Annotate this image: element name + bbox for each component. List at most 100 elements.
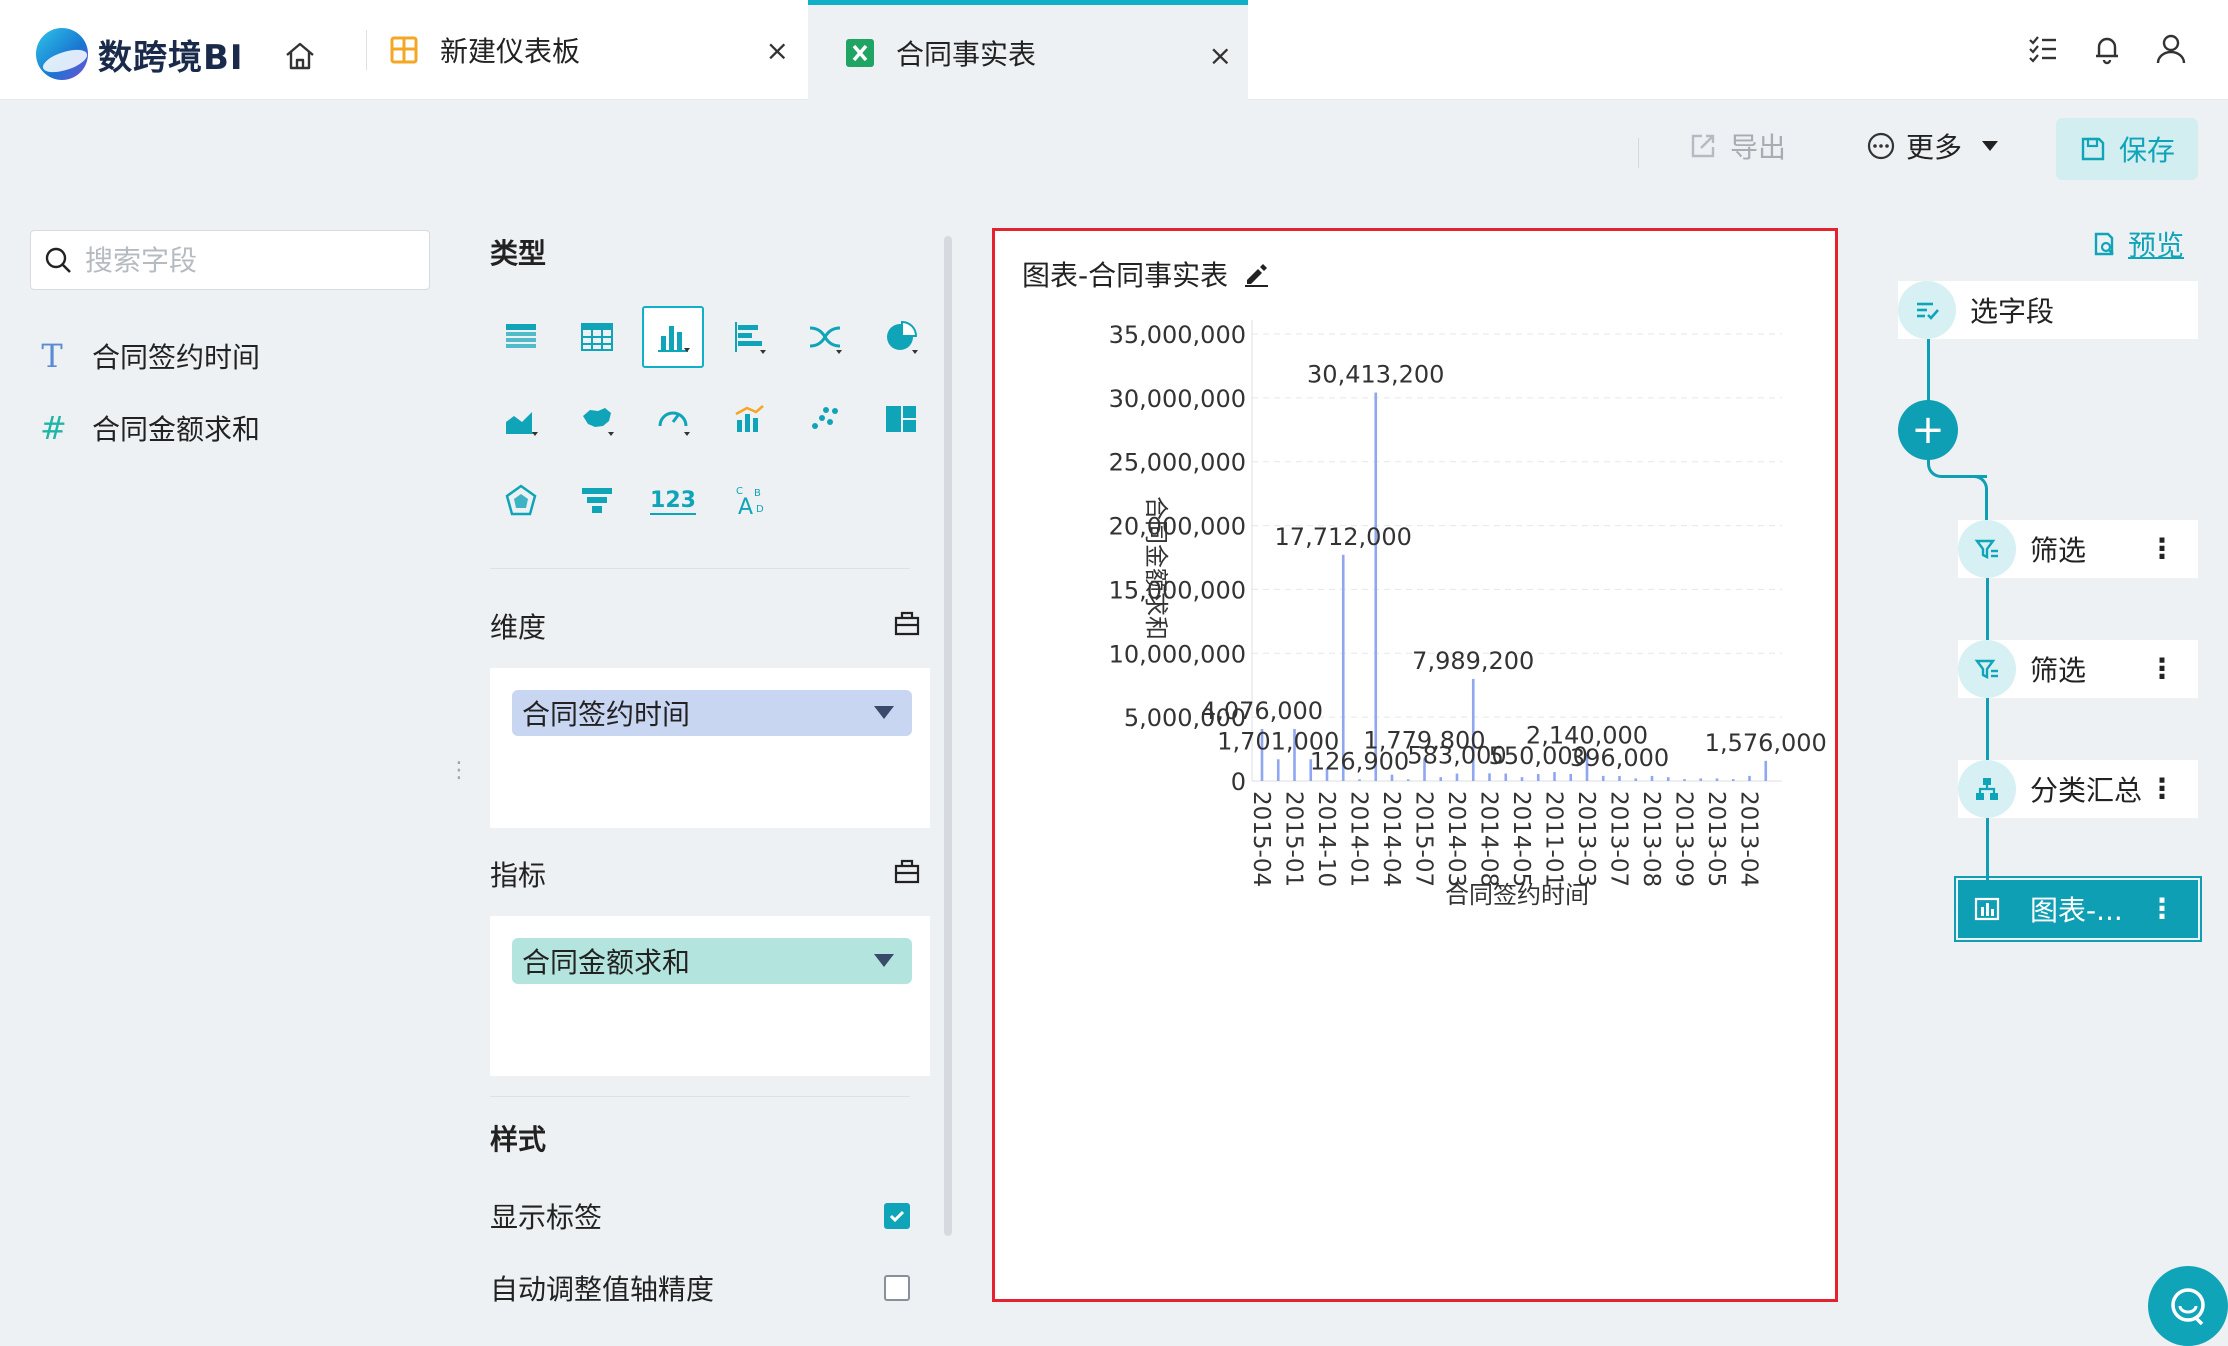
bar-chart-icon (1958, 880, 2016, 938)
edit-icon[interactable] (1242, 260, 1270, 288)
svg-text:C: C (736, 486, 743, 497)
option-label: 自动调整值轴精度 (490, 1273, 715, 1306)
dimension-pill[interactable]: 合同签约时间 (512, 690, 912, 736)
pipeline-node-label: 筛选 (2030, 534, 2087, 567)
kebab-menu-icon[interactable]: ⋮ (2148, 652, 2176, 685)
funnel-icon[interactable] (566, 470, 628, 532)
chart-bar (1666, 777, 1670, 781)
radar-icon[interactable] (490, 470, 552, 532)
pipeline-connector (1972, 475, 1988, 523)
chart-bar (1358, 779, 1361, 781)
tab-label: 合同事实表 (896, 37, 1037, 71)
more-button[interactable]: 更多 (1866, 126, 1999, 166)
y-tick-label: 30,000,000 (1109, 385, 1246, 413)
kebab-menu-icon[interactable]: ⋮ (2148, 772, 2176, 805)
field-item-contract-date[interactable]: T 合同签约时间 (40, 334, 260, 378)
pie-chart-icon[interactable] (870, 306, 932, 368)
dimension-title: 维度 (490, 611, 547, 644)
chart-bar (1536, 773, 1540, 781)
pipeline-node-chart[interactable]: 图表-... ⋮ (1954, 876, 2202, 942)
caret-down-icon[interactable] (874, 954, 894, 967)
preview-link[interactable]: 预览 (2090, 224, 2184, 264)
pipeline-node-group-summary[interactable]: 分类汇总 ⋮ (1958, 760, 2198, 818)
pipeline-node-label: 选字段 (1970, 295, 2055, 328)
app-logo[interactable]: 数跨境BI (36, 28, 256, 80)
tab-separator (366, 30, 367, 70)
x-tick-label: 2015-01 (1281, 791, 1307, 887)
gauge-icon[interactable] (642, 388, 704, 450)
bar-chart-icon[interactable] (642, 306, 704, 368)
bell-icon[interactable] (2090, 32, 2124, 66)
export-button[interactable]: 导出 (1688, 126, 1786, 166)
bar-chart: 05,000,00010,000,00015,000,00020,000,000… (1109, 320, 1827, 909)
app-name: 数跨境BI (98, 37, 244, 78)
horizontal-bar-icon[interactable] (718, 306, 780, 368)
pipeline-node-filter[interactable]: 筛选 ⋮ (1958, 520, 2198, 578)
chart-bar (1650, 775, 1654, 781)
task-list-icon[interactable] (2026, 32, 2060, 66)
kpi-number-glyph: 123 (650, 487, 696, 515)
clear-icon[interactable] (892, 856, 922, 886)
x-tick-label: 2014-01 (1346, 791, 1372, 887)
option-show-labels[interactable]: 显示标签 (490, 1196, 910, 1236)
search-input[interactable] (85, 243, 405, 277)
chart-bar (1748, 775, 1751, 781)
preview-label: 预览 (2128, 229, 2185, 262)
show-labels-checkbox[interactable] (884, 1203, 910, 1229)
word-cloud-icon[interactable]: ACBD (718, 470, 780, 532)
clear-icon[interactable] (892, 608, 922, 638)
auto-precision-checkbox[interactable] (884, 1275, 910, 1301)
dashboard-icon (390, 36, 418, 64)
map-icon[interactable] (566, 388, 628, 450)
toolbar-separator (1638, 138, 1639, 168)
field-label: 合同签约时间 (92, 341, 261, 374)
logo-mark-icon (36, 28, 88, 80)
field-label: 合同金额求和 (92, 413, 261, 446)
pipeline-node-select-fields[interactable]: 选字段 (1898, 281, 2198, 339)
kebab-menu-icon[interactable]: ⋮ (2148, 892, 2176, 925)
tab-new-dashboard[interactable]: 新建仪表板 × (390, 0, 805, 100)
tab-contract-fact-table[interactable]: 合同事实表 × (808, 0, 1248, 100)
option-label: 显示标签 (490, 1201, 603, 1234)
caret-down-icon[interactable] (874, 706, 894, 719)
y-tick-label: 10,000,000 (1109, 640, 1246, 668)
home-icon[interactable] (282, 38, 318, 74)
export-icon (1691, 134, 1715, 158)
x-tick-label: 2013-07 (1606, 791, 1632, 887)
line-chart-icon[interactable] (794, 306, 856, 368)
x-tick-label: 2014-03 (1443, 791, 1469, 887)
chart-bar (1374, 392, 1378, 781)
close-icon[interactable]: × (1209, 39, 1232, 72)
kpi-number-icon[interactable]: 123 (642, 470, 704, 532)
more-icon (1867, 132, 1895, 160)
pipeline-node-label: 筛选 (2030, 654, 2087, 687)
data-label: 4,076,000 (1201, 697, 1323, 725)
y-axis-title: 合同金额求和 (1142, 496, 1170, 640)
field-item-contract-amount[interactable]: # 合同金额求和 (40, 406, 260, 450)
x-axis-title: 合同签约时间 (1445, 881, 1589, 909)
user-icon[interactable] (2154, 32, 2188, 66)
svg-text:D: D (756, 504, 764, 515)
text-type-icon: T (41, 337, 63, 375)
kebab-menu-icon[interactable]: ⋮ (2148, 532, 2176, 565)
add-step-button[interactable]: + (1898, 400, 1958, 460)
field-search[interactable] (30, 230, 430, 290)
chat-support-button[interactable] (2148, 1266, 2228, 1346)
scatter-icon[interactable] (794, 388, 856, 450)
pivot-table-icon[interactable] (566, 306, 628, 368)
chart-bar (1455, 773, 1459, 781)
metric-drop-zone[interactable]: 合同金额求和 (490, 916, 930, 1076)
save-button[interactable]: 保存 (2056, 118, 2198, 180)
table-icon[interactable] (490, 306, 552, 368)
area-chart-icon[interactable] (490, 388, 552, 450)
dimension-drop-zone[interactable]: 合同签约时间 (490, 668, 930, 828)
metric-pill[interactable]: 合同金额求和 (512, 938, 912, 984)
option-auto-axis-precision[interactable]: 自动调整值轴精度 (490, 1268, 910, 1308)
combo-chart-icon[interactable] (718, 388, 780, 450)
config-scrollbar[interactable] (944, 236, 952, 1236)
pipeline-node-label: 分类汇总 (2030, 774, 2143, 807)
pipeline-node-filter[interactable]: 筛选 ⋮ (1958, 640, 2198, 698)
panel-resize-handle[interactable]: ⋮ (448, 758, 470, 788)
close-icon[interactable]: × (766, 34, 789, 67)
treemap-icon[interactable] (870, 388, 932, 450)
